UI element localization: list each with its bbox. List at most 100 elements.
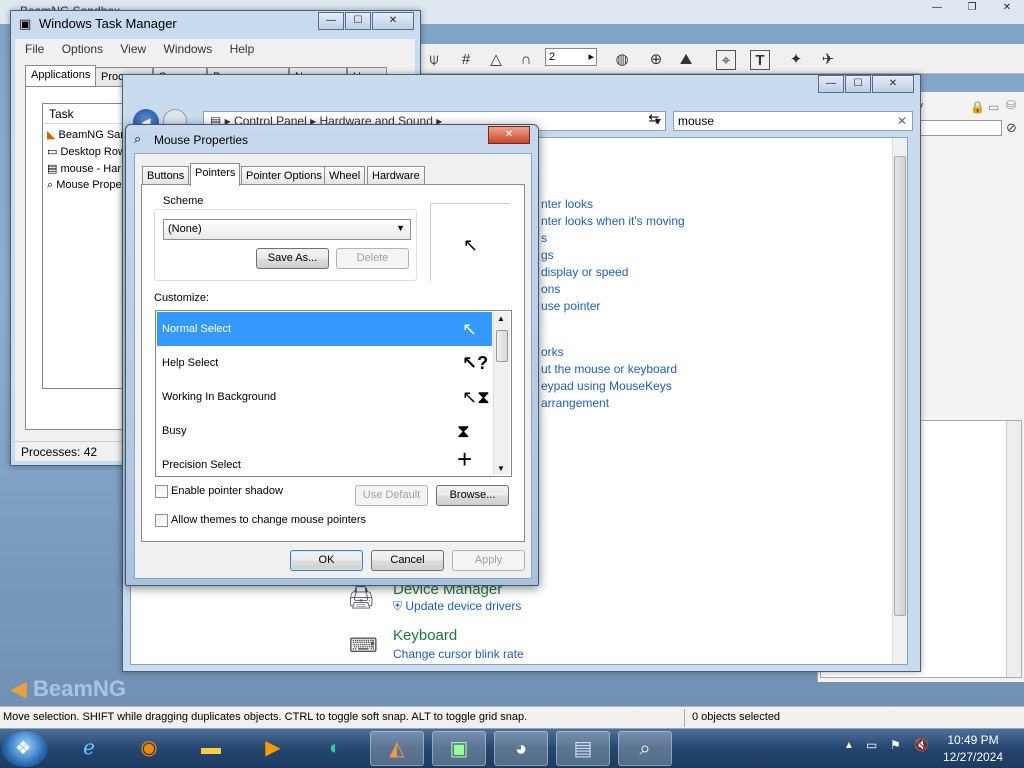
keyboard-icon[interactable]: ⌨ [349, 633, 378, 658]
use-default-button[interactable]: Use Default [355, 485, 428, 506]
tab-wheel[interactable]: Wheel [324, 166, 366, 185]
snap-number-field[interactable]: 2 ▸ [545, 48, 597, 66]
add-icon[interactable]: ⊕ [646, 50, 666, 70]
no-icon[interactable]: ⊘ [1006, 120, 1017, 136]
task-row[interactable]: ▭ Desktop Row [47, 145, 126, 158]
task-row[interactable]: ⌕ Mouse Prope [47, 179, 122, 192]
cp-link[interactable]: eypad using MouseKeys [541, 379, 672, 393]
menu-options[interactable]: Options [62, 42, 103, 56]
lock-icon[interactable]: 🔒 [970, 100, 985, 114]
maximize-button[interactable]: ☐ [345, 12, 371, 30]
scroll-up-icon[interactable]: ▲ [497, 314, 505, 323]
list-item[interactable]: Busy ⧗ [157, 414, 492, 448]
mouse-taskbar-icon[interactable]: ⌕ [618, 731, 672, 766]
enable-shadow-checkbox[interactable] [155, 485, 168, 498]
save-as-button[interactable]: Save As... [256, 248, 329, 269]
list-item[interactable]: Working In Background ↖⧗ [157, 380, 492, 414]
folder-icon[interactable]: ▬ [184, 731, 238, 766]
list-item[interactable]: Normal Select ↖ [157, 312, 492, 346]
cp-link[interactable]: s [541, 231, 547, 245]
start-button[interactable]: ❖ [2, 731, 48, 767]
allow-themes-checkbox[interactable] [155, 514, 168, 527]
dog-image-icon[interactable]: ◕ [494, 731, 548, 766]
firefox-icon[interactable]: ◉ [122, 731, 176, 766]
maximize-button[interactable]: ☐ [845, 75, 871, 93]
clock-date[interactable]: 12/27/2024 [940, 750, 1006, 764]
task-manager-taskbar-icon[interactable]: ▣ [432, 731, 486, 766]
chevron-down-icon[interactable]: ▼ [396, 223, 405, 233]
cp-link[interactable]: nter looks [541, 197, 593, 211]
internet-explorer-icon[interactable]: ℯ [62, 731, 116, 766]
volume-muted-icon[interactable]: 🔇 [914, 738, 929, 752]
cp-link[interactable]: arrangement [541, 396, 609, 410]
content-scrollbar[interactable] [892, 138, 907, 664]
show-hidden-icons-icon[interactable]: ▲ [844, 740, 854, 751]
cursor-list-scrollbar[interactable]: ▲ ▼ [493, 312, 510, 475]
cp-link[interactable]: gs [541, 248, 554, 262]
apply-button[interactable]: Apply [452, 550, 525, 571]
task-manager-titlebar[interactable]: ▣ Windows Task Manager — ☐ ✕ [11, 11, 420, 35]
globe-icon[interactable]: ◍ [612, 50, 632, 70]
network-icon[interactable]: ▭ [866, 738, 877, 752]
media-player-icon[interactable]: ▶ [246, 731, 300, 766]
refresh-icon[interactable]: ⇆ [643, 111, 665, 131]
terrain-icon[interactable]: ⛰ [676, 50, 696, 70]
triangle-icon[interactable]: △ [486, 50, 506, 70]
clock-time[interactable]: 10:49 PM [940, 733, 1006, 747]
control-panel-taskbar-icon[interactable]: ▤ [556, 731, 610, 766]
tab-hardware[interactable]: Hardware [367, 166, 425, 185]
close-button[interactable]: ✕ [372, 12, 414, 30]
list-item[interactable]: Precision Select + [157, 446, 492, 476]
tab-pointer-options[interactable]: Pointer Options [241, 166, 327, 185]
device-manager-icon[interactable]: 🖨 [347, 585, 375, 611]
scroll-down-icon[interactable]: ▼ [497, 464, 505, 473]
task-row[interactable]: ◣ BeamNG San [47, 128, 126, 141]
restore-button[interactable]: ❐ [955, 0, 989, 18]
vehicle-icon[interactable]: ✈ [818, 50, 838, 70]
menu-file[interactable]: File [25, 42, 44, 56]
app-icon[interactable]: ◐ [308, 731, 362, 766]
menu-windows[interactable]: Windows [164, 42, 213, 56]
scrollbar-thumb[interactable] [894, 156, 906, 616]
cp-link[interactable]: nter looks when it's moving [541, 214, 685, 228]
cp-link[interactable]: ut the mouse or keyboard [541, 362, 677, 376]
cursor-blink-link[interactable]: Change cursor blink rate [393, 647, 524, 661]
scheme-select[interactable]: (None) ▼ [163, 219, 411, 240]
cp-link[interactable]: orks [541, 345, 564, 359]
tab-applications[interactable]: Applications [25, 65, 97, 87]
browse-button[interactable]: Browse... [436, 485, 509, 506]
menu-view[interactable]: View [120, 42, 146, 56]
mouse-properties-dialog[interactable]: ⌕ Mouse Properties ✕ Buttons Pointers Po… [125, 124, 539, 586]
keyboard-heading[interactable]: Keyboard [393, 627, 457, 644]
select-icon[interactable]: ⌖ [716, 50, 736, 70]
increment-arrow-icon[interactable]: ▸ [588, 50, 594, 63]
tab-buttons[interactable]: Buttons [142, 166, 190, 185]
cancel-button[interactable]: Cancel [371, 550, 444, 571]
grid-icon[interactable]: # [456, 50, 476, 70]
object-icon[interactable]: ✦ [786, 50, 806, 70]
tab-pointers[interactable]: Pointers [190, 163, 241, 186]
cp-link[interactable]: ons [541, 282, 560, 296]
delete-button[interactable]: Delete [336, 248, 409, 269]
beamng-taskbar-icon[interactable]: ◭ [370, 731, 424, 766]
clear-search-icon[interactable]: ✕ [897, 114, 907, 128]
inspector-scrollbar[interactable] [1006, 421, 1021, 677]
task-row[interactable]: ▤ mouse - Har [47, 162, 121, 175]
menu-help[interactable]: Help [230, 42, 255, 56]
magnet-icon[interactable]: ∩ [516, 50, 536, 70]
scrollbar-thumb[interactable] [496, 330, 508, 362]
close-button[interactable]: ✕ [488, 126, 530, 144]
database-icon[interactable]: ⛁ [1006, 98, 1016, 112]
minimize-button[interactable]: — [318, 12, 344, 30]
update-drivers-link[interactable]: ⛨ Update device drivers [393, 599, 521, 614]
tool-icon[interactable]: ⍦ [424, 50, 444, 70]
filter-input[interactable] [918, 120, 1002, 136]
cursor-list[interactable]: Normal Select ↖ Help Select ↖? Working I… [155, 310, 512, 477]
search-input[interactable]: mouse ✕ [673, 111, 913, 131]
folder-icon[interactable]: ▭ [988, 100, 999, 114]
cp-link[interactable]: use pointer [541, 299, 600, 313]
flag-icon[interactable]: ⚑ [890, 738, 901, 752]
cp-link[interactable]: display or speed [541, 265, 628, 279]
text-icon[interactable]: T [750, 50, 770, 70]
ok-button[interactable]: OK [290, 550, 363, 571]
